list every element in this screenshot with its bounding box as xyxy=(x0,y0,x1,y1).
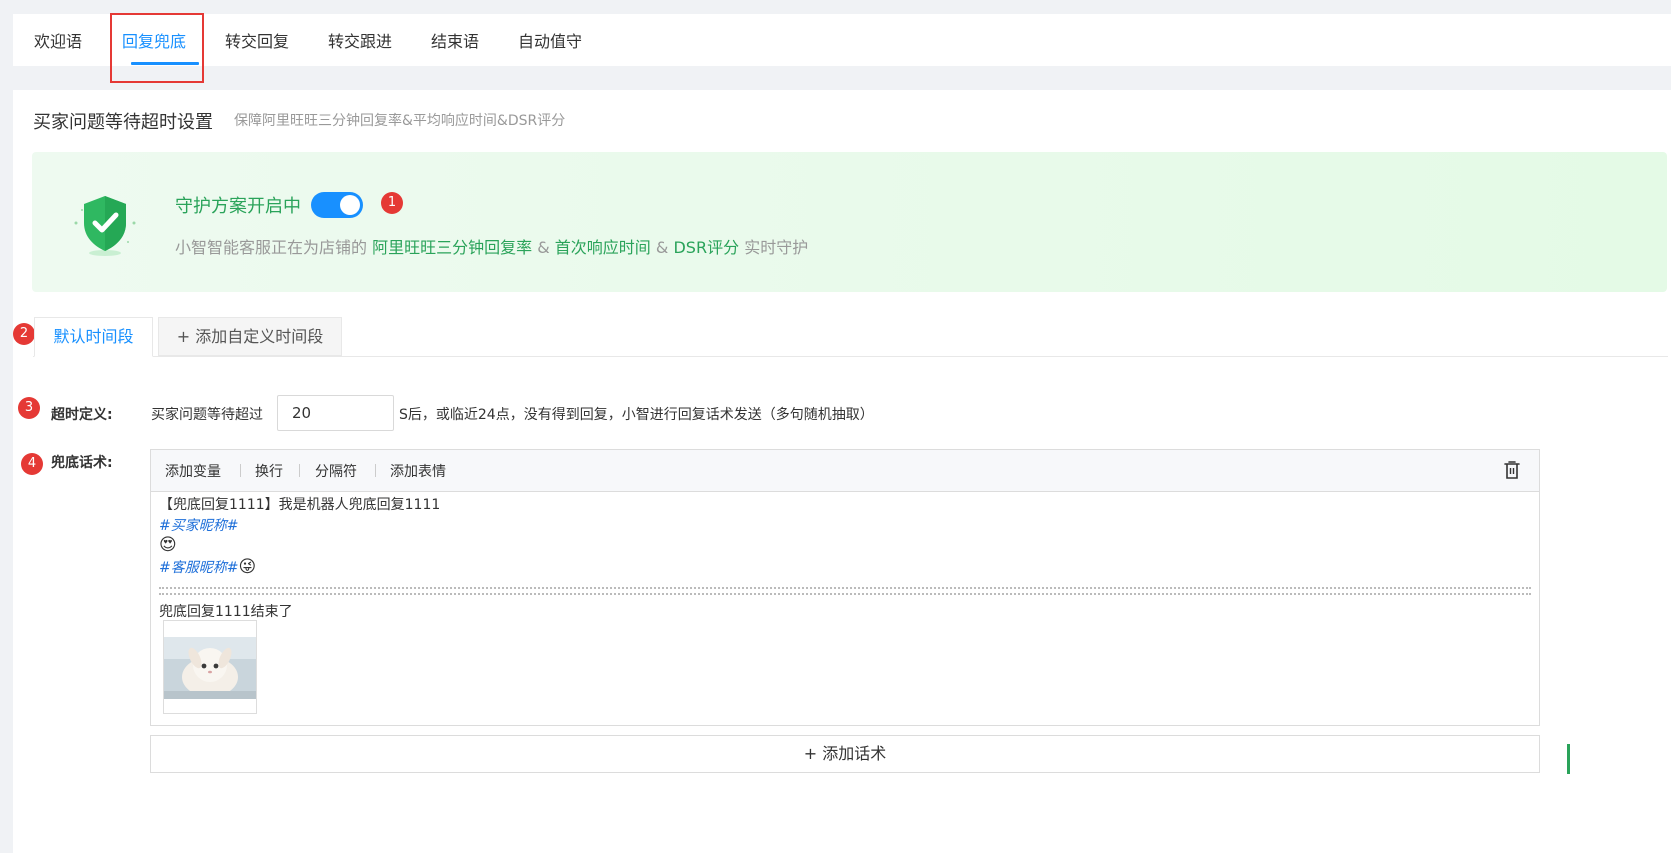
guard-banner: 守护方案开启中 1 小智智能客服正在为店铺的 阿里旺旺三分钟回复率 & 首次响应… xyxy=(32,152,1667,292)
time-tabs-baseline xyxy=(33,356,1668,357)
guard-description: 小智智能客服正在为店铺的 阿里旺旺三分钟回复率 & 首次响应时间 & DSR评分… xyxy=(175,234,808,258)
agent-nickname-variable: #客服昵称# xyxy=(159,560,239,576)
scroll-indicator xyxy=(1567,744,1570,774)
guard-desc-prefix: 小智智能客服正在为店铺的 xyxy=(175,238,368,257)
section-subtitle: 保障阿里旺旺三分钟回复率&平均响应时间&DSR评分 xyxy=(234,113,566,129)
guard-desc-suffix: 实时守护 xyxy=(744,238,809,257)
line-break-button[interactable]: 换行 xyxy=(255,461,283,481)
guard-metric-dsr: DSR评分 xyxy=(673,238,740,257)
trash-icon[interactable] xyxy=(1503,460,1521,480)
script-line-agent: #客服昵称#😜 xyxy=(159,557,256,577)
step-badge-4: 4 xyxy=(21,453,43,475)
tab-closing[interactable]: 结束语 xyxy=(431,28,479,52)
script-line-end: 兜底回复1111结束了 xyxy=(159,604,293,620)
timeout-prefix-text: 买家问题等待超过 xyxy=(151,407,263,423)
tab-auto-duty[interactable]: 自动值守 xyxy=(518,28,582,52)
guard-status-title: 守护方案开启中 xyxy=(175,196,301,217)
toggle-knob xyxy=(340,195,360,215)
editor-content[interactable]: 【兜底回复1111】我是机器人兜底回复1111 #买家昵称# 😍 #客服昵称#😜… xyxy=(151,492,1539,725)
fallback-script-label: 兜底话术: xyxy=(51,455,113,471)
separator-button[interactable]: 分隔符 xyxy=(315,461,357,481)
add-emoji-button[interactable]: 添加表情 xyxy=(390,461,446,481)
tab-transfer-followup[interactable]: 转交跟进 xyxy=(328,28,392,52)
emoji-wink-tongue: 😜 xyxy=(238,557,257,577)
toolbar-divider xyxy=(375,464,376,477)
tab-transfer-reply[interactable]: 转交回复 xyxy=(225,28,289,52)
emoji-heart-eyes: 😍 xyxy=(159,535,177,555)
add-variable-button[interactable]: 添加变量 xyxy=(165,461,221,481)
shield-check-icon xyxy=(74,196,136,256)
attached-image[interactable] xyxy=(163,620,257,714)
guard-toggle-switch[interactable] xyxy=(311,192,363,218)
main-panel: 买家问题等待超时设置 保障阿里旺旺三分钟回复率&平均响应时间&DSR评分 守护方… xyxy=(13,90,1671,853)
section-title: 买家问题等待超时设置 xyxy=(33,112,213,133)
tab-highlight-box xyxy=(110,13,204,83)
timeout-suffix-text: S后，或临近24点，没有得到回复，小智进行回复话术发送（多句随机抽取） xyxy=(399,407,874,423)
tab-welcome[interactable]: 欢迎语 xyxy=(34,28,82,52)
timeout-label: 超时定义: xyxy=(51,407,113,423)
guard-metric-reply-rate: 阿里旺旺三分钟回复率 xyxy=(372,238,533,257)
guard-amp-1: & xyxy=(537,238,550,257)
top-tab-bar: 欢迎语 回复兜底 转交回复 转交跟进 结束语 自动值守 xyxy=(13,13,1671,83)
toolbar-divider xyxy=(299,464,300,477)
timeout-seconds-input[interactable] xyxy=(277,395,394,431)
step-badge-2: 2 xyxy=(13,323,35,345)
guard-amp-2: & xyxy=(655,238,669,257)
add-custom-period-button[interactable]: + 添加自定义时间段 xyxy=(158,317,342,356)
cat-photo xyxy=(164,637,256,699)
guard-metric-first-response: 首次响应时间 xyxy=(554,238,651,257)
toolbar-divider xyxy=(240,464,241,477)
script-line-1: 【兜底回复1111】我是机器人兜底回复1111 xyxy=(159,497,441,513)
script-editor: 添加变量 换行 分隔符 添加表情 【兜底回复1111】我是机器人兜底回复1111… xyxy=(150,449,1540,726)
editor-toolbar: 添加变量 换行 分隔符 添加表情 xyxy=(151,450,1539,492)
add-script-button[interactable]: + 添加话术 xyxy=(150,735,1540,773)
buyer-nickname-variable: #买家昵称# xyxy=(159,518,239,534)
step-badge-3: 3 xyxy=(18,397,40,419)
tab-default-period[interactable]: 默认时间段 xyxy=(34,317,153,357)
separator-line xyxy=(159,587,1531,595)
step-badge-1: 1 xyxy=(381,192,403,214)
